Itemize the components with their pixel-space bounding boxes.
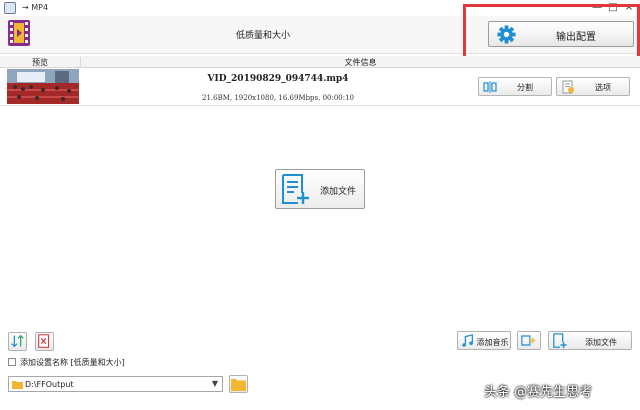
file-row[interactable]: VID_20190829_094744.mp4 21.6BM, 1920x108… <box>0 68 640 106</box>
profile-name: 低质量和大小 <box>235 31 290 41</box>
checkbox-box[interactable] <box>8 358 16 366</box>
watermark-text: 头条 @赛先生思考 <box>484 385 593 400</box>
output-folder-value: D:\FFOutput <box>25 380 74 389</box>
sort-icon <box>11 334 24 348</box>
add-setting-name-label: 添加设置名称 [低质量和大小] <box>20 358 125 367</box>
app-icon <box>4 2 16 14</box>
browse-folder-button[interactable] <box>229 375 248 393</box>
split-icon <box>483 81 497 93</box>
add-file-icon <box>282 174 309 204</box>
options-label: 选项 <box>595 83 611 92</box>
options-button[interactable]: 选项 <box>556 77 630 96</box>
folder-icon <box>231 379 246 391</box>
window-title: → MP4 <box>22 3 49 12</box>
remove-button[interactable] <box>35 332 54 351</box>
split-label: 分割 <box>517 83 533 92</box>
add-file-center-button[interactable]: 添加文件 <box>275 169 365 209</box>
file-name: VID_20190829_094744.mp4 <box>207 74 349 84</box>
music-note-icon <box>462 334 473 347</box>
preview-column-header: 预览 <box>32 58 48 67</box>
add-folder-button[interactable] <box>517 331 541 350</box>
remove-file-icon <box>38 334 50 348</box>
output-folder-select[interactable]: D:\FFOutput ▼ <box>8 376 223 392</box>
add-music-button[interactable]: 添加音乐 <box>457 331 511 350</box>
split-button[interactable]: 分割 <box>478 77 552 96</box>
add-file-label: 添加文件 <box>585 338 617 347</box>
video-thumbnail <box>7 69 79 104</box>
add-file-center-label: 添加文件 <box>319 187 356 197</box>
chevron-down-icon[interactable]: ▼ <box>212 379 218 388</box>
options-icon <box>562 80 574 94</box>
folder-icon <box>12 381 23 389</box>
highlight-box <box>463 4 640 60</box>
sort-button[interactable] <box>8 332 27 351</box>
file-info-column-header: 文件信息 <box>80 57 640 68</box>
add-folder-icon <box>521 335 536 346</box>
add-music-label: 添加音乐 <box>476 338 509 347</box>
add-file-button[interactable]: 添加文件 <box>548 331 632 350</box>
file-list-header: 预览 文件信息 <box>0 56 640 68</box>
file-meta: 21.6BM, 1920x1080, 16.69Mbps, 00:00:10 <box>201 94 355 102</box>
add-file-icon <box>553 333 567 349</box>
